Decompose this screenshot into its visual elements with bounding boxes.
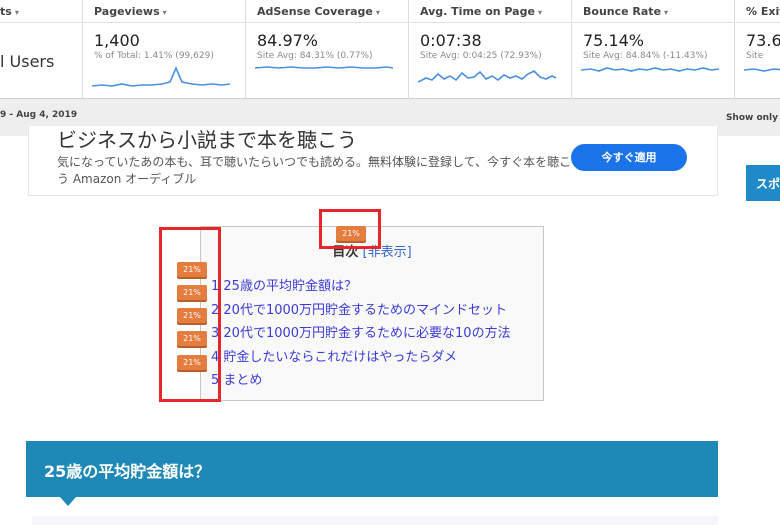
highlight-box-list: [159, 227, 221, 402]
sort-caret-icon[interactable]: ▾: [538, 8, 542, 17]
toc-item[interactable]: 4 貯金したいならこれだけはやったらダメ: [211, 346, 511, 370]
metric-value: 75.14%: [583, 31, 645, 50]
toc-item[interactable]: 5 まとめ: [211, 369, 511, 393]
sort-caret-icon[interactable]: ▾: [664, 8, 668, 17]
ad-description: 気になっていたあの本も、耳で聴いたらいつでも読める。無料体験に登録して、今すぐ本…: [57, 155, 572, 186]
highlight-box-title: [319, 209, 381, 249]
toc-item[interactable]: 1 25歳の平均貯金額は？: [211, 275, 511, 299]
metric-subtext: Site: [746, 51, 764, 61]
metric-bounce-rate[interactable]: Bounce Rate ▾ 75.14% Site Avg: 84.84% (-1…: [573, 0, 735, 99]
content-strip: [32, 516, 718, 525]
ad-banner[interactable]: ビジネスから小説まで本を聴こう 気になっていたあの本も、耳で聴いたらいつでも読め…: [28, 126, 718, 196]
sort-caret-icon[interactable]: ▾: [15, 8, 19, 17]
toc-list: 1 25歳の平均貯金額は？ 2 20代で1000万円貯金するためのマインドセット…: [211, 275, 511, 393]
metric-header[interactable]: Bounce Rate ▾: [573, 0, 734, 23]
show-only-filter[interactable]: Show only: [726, 113, 778, 123]
metric-exit[interactable]: % Exit▾ 73.64 Site: [736, 0, 780, 99]
sparkline-icon: [255, 66, 394, 69]
sidebar-sponsor-box: スポ: [746, 165, 780, 201]
heading-pointer-icon: [60, 497, 76, 506]
sparkline-icon: [418, 70, 557, 83]
sort-caret-icon[interactable]: ▾: [163, 8, 167, 17]
section-heading: 25歳の平均貯金額は？: [26, 441, 718, 506]
metric-header[interactable]: AdSense Coverage ▾: [247, 0, 408, 23]
analytics-overlay: ts ▾ l Users Pageviews ▾ 1,400 % of Total:…: [0, 0, 780, 136]
metric-header[interactable]: % Exit▾: [736, 0, 780, 23]
metric-value: 84.97%: [257, 31, 319, 50]
metric-header[interactable]: Avg. Time on Page ▾: [410, 0, 571, 23]
sort-caret-icon[interactable]: ▾: [376, 8, 380, 17]
sparkline-icon: [744, 68, 780, 72]
page: ts ▾ l Users Pageviews ▾ 1,400 % of Total:…: [0, 0, 780, 525]
section-heading-text: 25歳の平均貯金額は？: [44, 462, 211, 481]
toc-item[interactable]: 2 20代で1000万円貯金するためのマインドセット: [211, 299, 511, 323]
metric-header[interactable]: ts ▾: [0, 0, 82, 23]
metric-subtext: % of Total: 1.41% (99,629): [94, 51, 214, 61]
metric-value: 0:07:38: [420, 31, 482, 50]
metric-value: 73.64: [746, 31, 780, 50]
metrics-table: ts ▾ l Users Pageviews ▾ 1,400 % of Total:…: [0, 0, 780, 99]
sparkline-icon: [581, 67, 720, 72]
metric-users[interactable]: ts ▾ l Users: [0, 0, 83, 99]
ad-apply-button[interactable]: 今すぐ適用: [571, 144, 687, 171]
metric-subtext: Site Avg: 84.31% (0.77%): [257, 51, 373, 61]
table-of-contents: 目次 [非表示] 1 25歳の平均貯金額は？ 2 20代で1000万円貯金するた…: [200, 226, 544, 401]
metric-pageviews[interactable]: Pageviews ▾ 1,400 % of Total: 1.41% (99,6…: [84, 0, 246, 99]
toc-item[interactable]: 3 20代で1000万円貯金するために必要な10の方法: [211, 322, 511, 346]
metric-header[interactable]: Pageviews ▾: [84, 0, 245, 23]
ad-title[interactable]: ビジネスから小説まで本を聴こう: [57, 124, 357, 153]
metric-adsense-coverage[interactable]: AdSense Coverage ▾ 84.97% Site Avg: 84.31…: [247, 0, 409, 99]
metric-subtext: Site Avg: 0:04:25 (72.93%): [420, 51, 542, 61]
sparkline-icon: [92, 65, 231, 87]
metric-subtext: Site Avg: 84.84% (-11.43%): [583, 51, 708, 61]
metric-avg-time[interactable]: Avg. Time on Page ▾ 0:07:38 Site Avg: 0:0…: [410, 0, 572, 99]
metric-value: 1,400: [94, 31, 140, 50]
metric-users-label: l Users: [0, 52, 55, 71]
date-range[interactable]: 9 - Aug 4, 2019: [0, 110, 77, 120]
